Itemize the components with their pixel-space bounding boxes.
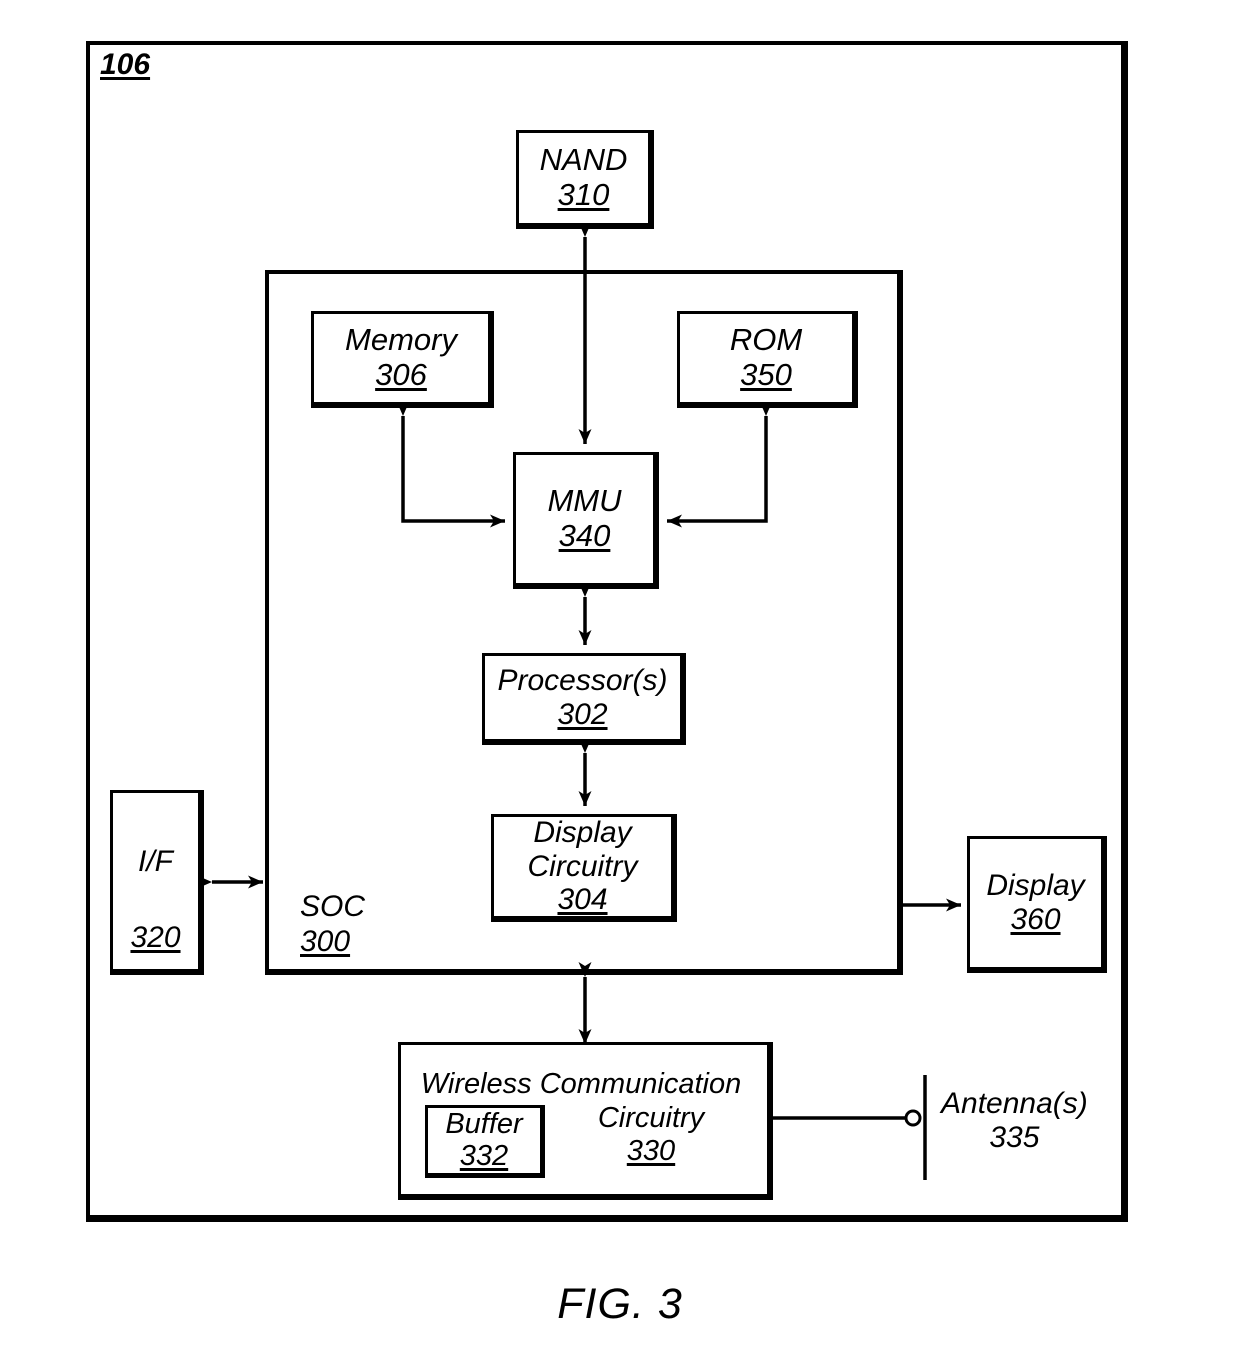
wireless-label-line1: Wireless Communication (420, 1068, 742, 1100)
wireless-reference-number: 330 (626, 1135, 676, 1167)
antenna-335-label: Antenna(s) 335 (941, 1087, 1088, 1154)
interface-label: I/F (138, 845, 173, 878)
memory-label: Memory (345, 322, 457, 358)
block-rom-350[interactable]: ROM 350 (677, 311, 858, 408)
mmu-label: MMU (547, 483, 622, 519)
interface-reference-number: 320 (130, 921, 181, 955)
buffer-label: Buffer (445, 1107, 523, 1140)
block-mmu-340[interactable]: MMU 340 (513, 452, 659, 589)
rom-label: ROM (729, 322, 803, 358)
memory-reference-number: 306 (375, 357, 427, 392)
display-circuitry-reference-number: 304 (557, 883, 608, 917)
block-interface-320[interactable]: I/F 320 (110, 790, 204, 975)
antenna-label-text: Antenna(s) (941, 1087, 1088, 1120)
block-display-360[interactable]: Display 360 (967, 836, 1107, 973)
figure-caption: FIG. 3 (557, 1280, 683, 1328)
wireless-label-line2: Circuitry (597, 1102, 705, 1134)
rom-reference-number: 350 (740, 357, 792, 392)
block-memory-306[interactable]: Memory 306 (311, 311, 494, 408)
block-nand-310[interactable]: NAND 310 (516, 130, 654, 229)
buffer-reference-number: 332 (459, 1139, 509, 1172)
block-buffer-332[interactable]: Buffer 332 (425, 1105, 545, 1178)
block-wireless-communication-circuitry-330[interactable]: Wireless Communication Circuitry 330 Buf… (398, 1042, 773, 1200)
block-display-circuitry-304[interactable]: Display Circuitry 304 (491, 814, 677, 922)
display-label: Display (986, 869, 1085, 903)
frame-reference-number: 106 (100, 48, 151, 81)
display-reference-number: 360 (1010, 903, 1061, 936)
processor-reference-number: 302 (557, 697, 608, 731)
figure-canvas: 106 SOC 300 NAND 310 Memory 306 ROM 350 … (0, 0, 1240, 1366)
antenna-reference-number: 335 (989, 1120, 1040, 1154)
nand-label: NAND (539, 142, 628, 178)
soc-label: SOC 300 (300, 890, 365, 959)
soc-label-text: SOC (300, 890, 366, 923)
block-processor-302[interactable]: Processor(s) 302 (482, 653, 686, 745)
mmu-reference-number: 340 (558, 518, 611, 553)
nand-reference-number: 310 (557, 177, 610, 212)
processor-label: Processor(s) (497, 663, 668, 697)
display-circuitry-label-line1: Display (533, 816, 632, 850)
display-circuitry-label-line2: Circuitry (527, 849, 638, 883)
soc-reference-number: 300 (300, 924, 351, 958)
